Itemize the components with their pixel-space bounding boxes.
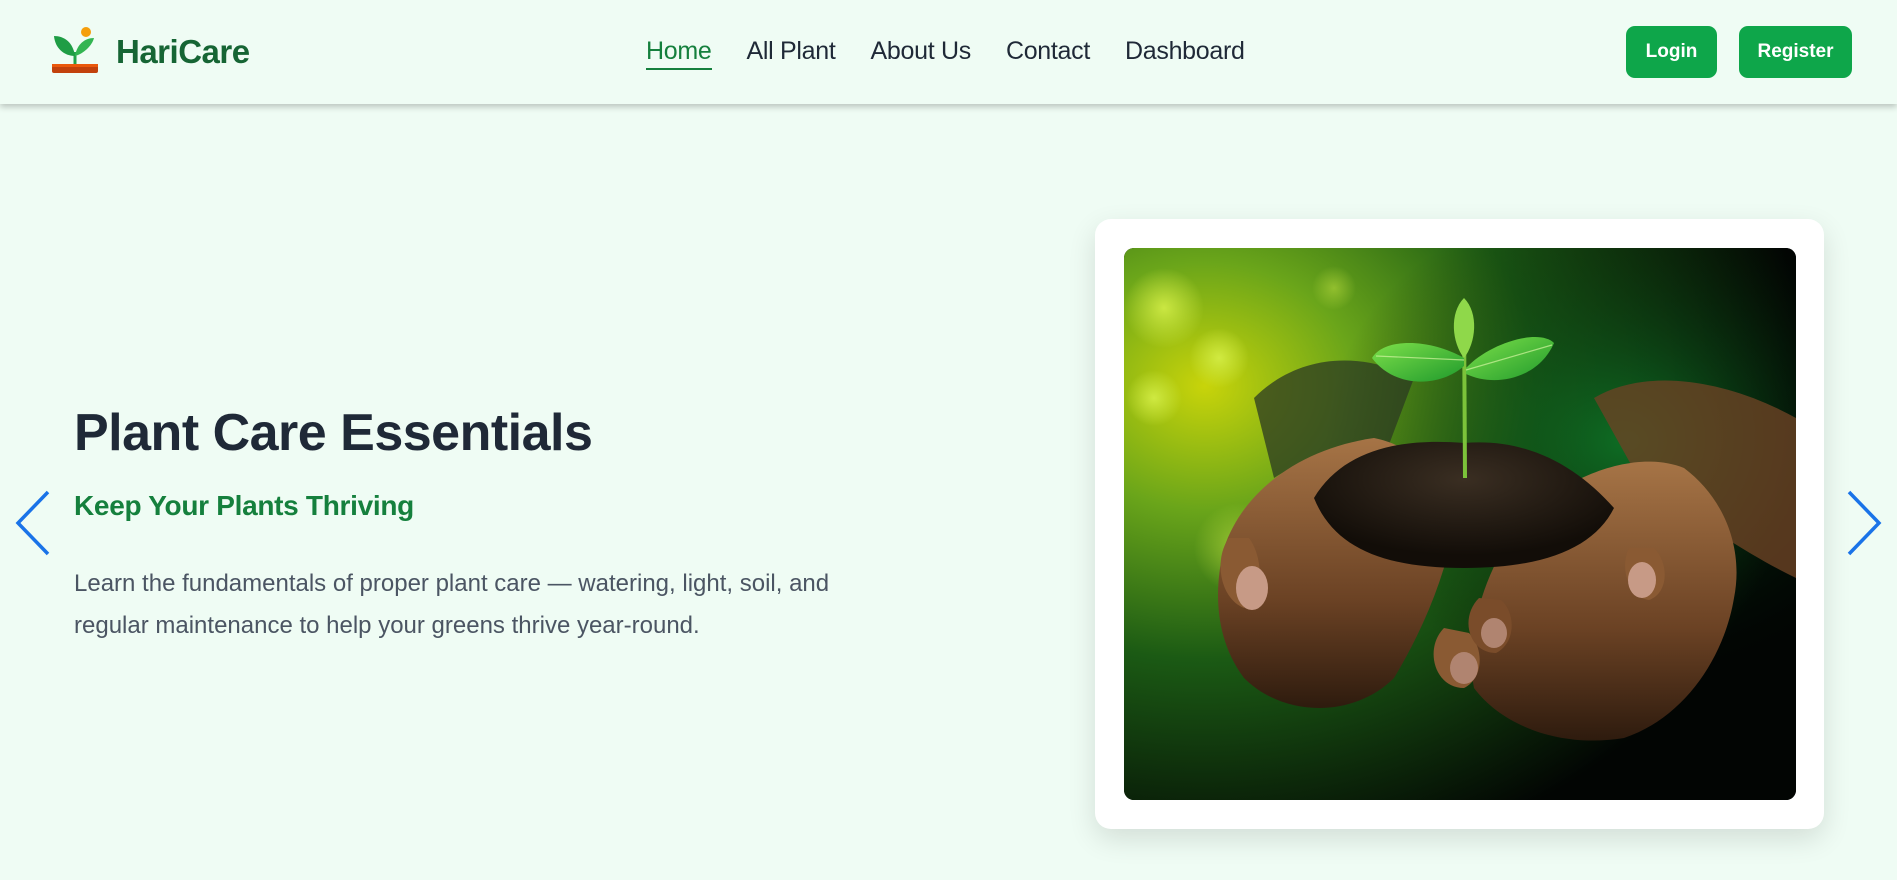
login-button[interactable]: Login xyxy=(1626,26,1717,78)
top-navbar: HariCare Home All Plant About Us Contact… xyxy=(0,0,1897,104)
nav-about-us[interactable]: About Us xyxy=(871,34,972,70)
nav-home[interactable]: Home xyxy=(646,34,712,70)
chevron-left-icon xyxy=(15,490,50,556)
carousel-prev-button[interactable] xyxy=(14,488,54,558)
register-button[interactable]: Register xyxy=(1739,26,1852,78)
hero-subtitle: Keep Your Plants Thriving xyxy=(74,490,414,521)
brand-name: HariCare xyxy=(116,33,250,70)
hero-image xyxy=(1124,248,1796,800)
hero-description: Learn the fundamentals of proper plant c… xyxy=(74,570,830,639)
sprout-logo-icon xyxy=(52,27,98,73)
main-nav: Home All Plant About Us Contact Dashboar… xyxy=(646,34,1245,70)
brand-home-link[interactable]: HariCare xyxy=(52,26,250,78)
carousel-next-button[interactable] xyxy=(1843,488,1883,558)
hero-image-card xyxy=(1095,219,1824,829)
nav-dashboard[interactable]: Dashboard xyxy=(1125,34,1245,70)
nav-all-plant[interactable]: All Plant xyxy=(747,34,836,70)
hero-title: Plant Care Essentials xyxy=(74,404,593,462)
chevron-right-icon xyxy=(1847,490,1882,556)
nav-contact[interactable]: Contact xyxy=(1006,34,1090,70)
seedling-in-hands-image xyxy=(1124,248,1796,800)
